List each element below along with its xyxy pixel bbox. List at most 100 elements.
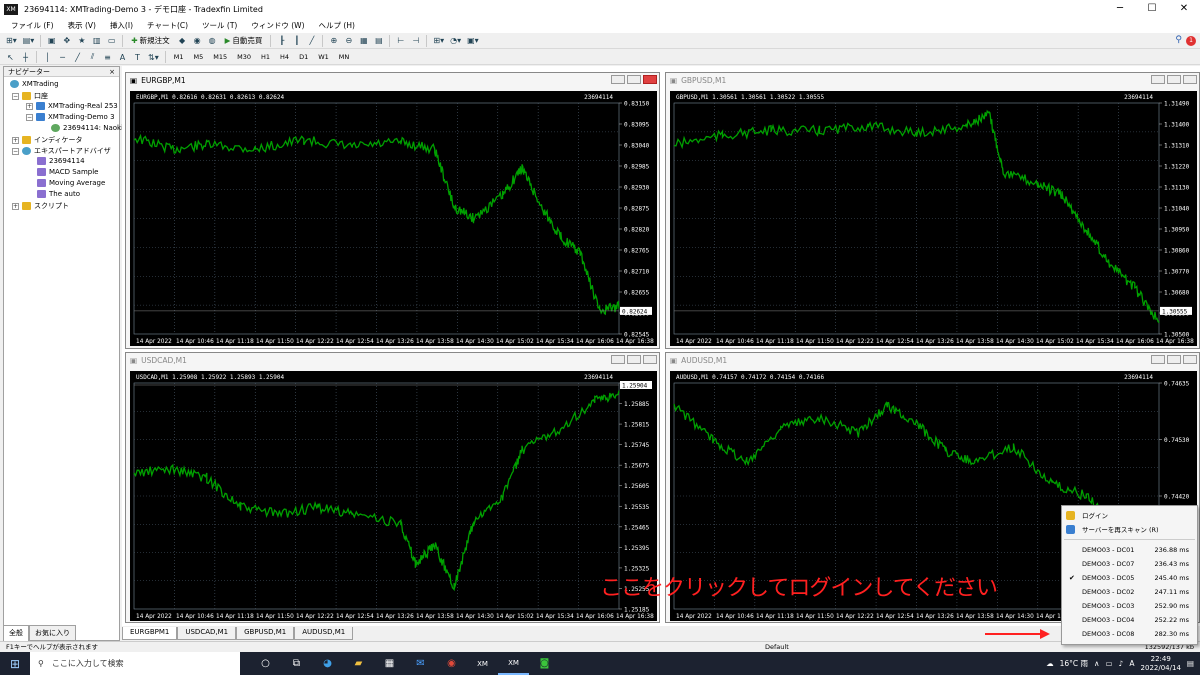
timeframe-h4[interactable]: H4 bbox=[276, 53, 293, 61]
line-chart-icon[interactable]: ╱ bbox=[305, 34, 318, 47]
chart-close-button[interactable] bbox=[1183, 355, 1197, 364]
server-menu-item[interactable]: ✔ DEMO03 - DC05 245.40 ms bbox=[1062, 571, 1197, 584]
templates-icon[interactable]: ▣▾ bbox=[465, 34, 481, 47]
text-icon[interactable]: A bbox=[116, 51, 129, 64]
collapse-icon[interactable]: − bbox=[26, 113, 33, 121]
ime-indicator[interactable]: A bbox=[1129, 659, 1134, 668]
weather-text[interactable]: 16°C 雨 bbox=[1060, 658, 1088, 669]
server-menu-item[interactable]: DEMO03 - DC02 247.11 ms bbox=[1062, 585, 1197, 598]
search-icon[interactable]: ⚲ bbox=[1175, 35, 1182, 45]
tree-ea-item[interactable]: The auto bbox=[37, 190, 80, 198]
autoscroll-icon[interactable]: ▤ bbox=[372, 34, 385, 47]
navigator-icon[interactable]: ★ bbox=[75, 34, 88, 47]
chart-minimize-button[interactable] bbox=[1151, 75, 1165, 84]
server-menu-item[interactable]: DEMO03 - DC01 236.88 ms bbox=[1062, 543, 1197, 556]
chart-window-eurgbp[interactable]: ▣ EURGBP,M1 0.83150 0.83095 0.83040 0.82985 0… bbox=[125, 72, 660, 349]
price-chart[interactable]: 1.31490 1.31400 1.31310 1.31220 1.31130 1.310… bbox=[670, 91, 1197, 346]
timeframe-m15[interactable]: M15 bbox=[209, 53, 231, 61]
weather-icon[interactable]: ☁ bbox=[1046, 659, 1054, 668]
timeframe-mn[interactable]: MN bbox=[335, 53, 353, 61]
close-button[interactable]: ✕ bbox=[1168, 0, 1200, 18]
profiles-icon[interactable]: ▤▾ bbox=[21, 34, 37, 47]
cortana-icon[interactable]: ○ bbox=[250, 652, 281, 675]
timeframe-h1[interactable]: H1 bbox=[257, 53, 274, 61]
chart-window-gbpusd[interactable]: ▣ GBPUSD,M1 1.31490 1.31400 1.31310 1.31220 1… bbox=[665, 72, 1200, 349]
timeframe-m30[interactable]: M30 bbox=[233, 53, 255, 61]
menu-chart[interactable]: チャート(C) bbox=[140, 20, 195, 31]
server-menu-item[interactable]: DEMO03 - DC04 252.22 ms bbox=[1062, 613, 1197, 626]
tree-indicators[interactable]: + インディケータ bbox=[12, 135, 83, 145]
auto-trading-button[interactable]: ▶ 自動売買 bbox=[221, 34, 267, 47]
tree-real-server[interactable]: + XMTrading-Real 253 bbox=[26, 102, 118, 110]
tab-audusd[interactable]: AUDUSD,M1 bbox=[294, 627, 354, 640]
chart-maximize-button[interactable] bbox=[627, 75, 641, 84]
tree-ea-item[interactable]: MACD Sample bbox=[37, 168, 98, 176]
bar-chart-icon[interactable]: ┠ bbox=[275, 34, 288, 47]
chart-maximize-button[interactable] bbox=[1167, 355, 1181, 364]
tab-common[interactable]: 全般 bbox=[3, 625, 29, 641]
notification-badge[interactable]: 1 bbox=[1186, 36, 1196, 46]
mail-icon[interactable]: ✉ bbox=[405, 652, 436, 675]
tree-demo-server[interactable]: − XMTrading-Demo 3 bbox=[26, 113, 115, 121]
indicators-icon[interactable]: ⊞▾ bbox=[431, 34, 446, 47]
timeframe-m1[interactable]: M1 bbox=[170, 53, 188, 61]
menu-file[interactable]: ファイル (F) bbox=[4, 20, 61, 31]
channel-icon[interactable]: ⫽ bbox=[86, 51, 99, 64]
chart-minimize-button[interactable] bbox=[1151, 355, 1165, 364]
tab-eurgbp[interactable]: EURGBPM1 bbox=[122, 627, 178, 640]
tree-scripts[interactable]: + スクリプト bbox=[12, 201, 69, 211]
chart-maximize-button[interactable] bbox=[627, 355, 641, 364]
tree-experts[interactable]: − エキスパートアドバイザ bbox=[12, 146, 111, 156]
horizontal-line-icon[interactable]: ─ bbox=[56, 51, 69, 64]
minimize-button[interactable]: ─ bbox=[1104, 0, 1136, 18]
menu-window[interactable]: ウィンドウ (W) bbox=[244, 20, 311, 31]
taskbar-search[interactable]: ⚲ ここに入力して検索 bbox=[30, 652, 240, 675]
fibonacci-icon[interactable]: ≡ bbox=[101, 51, 114, 64]
chart-maximize-button[interactable] bbox=[1167, 75, 1181, 84]
timeframe-d1[interactable]: D1 bbox=[295, 53, 312, 61]
crosshair-icon[interactable]: ┼ bbox=[19, 51, 32, 64]
candlestick-icon[interactable]: ┃ bbox=[290, 34, 303, 47]
zoom-out-icon[interactable]: ⊖ bbox=[342, 34, 355, 47]
timeframe-m5[interactable]: M5 bbox=[189, 53, 207, 61]
tree-root[interactable]: XMTrading bbox=[10, 80, 59, 88]
data-window-icon[interactable]: ✥ bbox=[60, 34, 73, 47]
collapse-icon[interactable]: − bbox=[12, 147, 19, 155]
tab-usdcad[interactable]: USDCAD,M1 bbox=[177, 627, 237, 640]
edge-icon[interactable]: ◕ bbox=[312, 652, 343, 675]
chrome-icon[interactable]: ◉ bbox=[436, 652, 467, 675]
expand-icon[interactable]: + bbox=[12, 202, 19, 210]
trendline-icon[interactable]: ╱ bbox=[71, 51, 84, 64]
market-icon[interactable]: ◉ bbox=[191, 34, 204, 47]
tile-windows-icon[interactable]: ▦ bbox=[357, 34, 370, 47]
chart-close-button[interactable] bbox=[643, 75, 657, 84]
expand-icon[interactable]: + bbox=[26, 102, 33, 110]
tree-accounts[interactable]: − 口座 bbox=[12, 91, 48, 101]
vertical-line-icon[interactable]: │ bbox=[41, 51, 54, 64]
periods-icon[interactable]: ◔▾ bbox=[448, 34, 463, 47]
tree-ea-item[interactable]: Moving Average bbox=[37, 179, 105, 187]
chart-minimize-button[interactable] bbox=[611, 75, 625, 84]
menu-view[interactable]: 表示 (V) bbox=[61, 20, 103, 31]
timeframe-w1[interactable]: W1 bbox=[314, 53, 333, 61]
windows-start-icon[interactable]: ⊞ bbox=[0, 652, 30, 675]
task-view-icon[interactable]: ⧉ bbox=[281, 652, 312, 675]
navigator-close-icon[interactable]: × bbox=[109, 67, 115, 76]
chart-shift-icon[interactable]: ⊢ bbox=[394, 34, 407, 47]
chart-window-usdcad[interactable]: ▣USDCAD,M1 1.259551.258851.258151.257451… bbox=[125, 352, 660, 623]
signals-icon[interactable]: ◍ bbox=[206, 34, 219, 47]
menu-insert[interactable]: 挿入(I) bbox=[103, 20, 140, 31]
store-icon[interactable]: ▦ bbox=[374, 652, 405, 675]
xm-app-icon[interactable]: XM bbox=[467, 652, 498, 675]
price-chart[interactable]: 0.83150 0.83095 0.83040 0.82985 0.82930 0.828… bbox=[130, 91, 657, 346]
xm-app-active-icon[interactable]: XM bbox=[498, 652, 529, 675]
cursor-icon[interactable]: ↖ bbox=[4, 51, 17, 64]
new-chart-icon[interactable]: ⊞▾ bbox=[4, 34, 19, 47]
menu-help[interactable]: ヘルプ (H) bbox=[312, 20, 362, 31]
server-menu-item[interactable]: DEMO03 - DC08 282.30 ms bbox=[1062, 627, 1197, 640]
notification-center-icon[interactable]: ▤ bbox=[1187, 659, 1194, 668]
metaeditor-icon[interactable]: ◆ bbox=[176, 34, 189, 47]
price-chart[interactable]: 1.259551.258851.258151.257451.256751.256… bbox=[130, 371, 657, 621]
menu-tools[interactable]: ツール (T) bbox=[195, 20, 244, 31]
collapse-icon[interactable]: − bbox=[12, 92, 19, 100]
